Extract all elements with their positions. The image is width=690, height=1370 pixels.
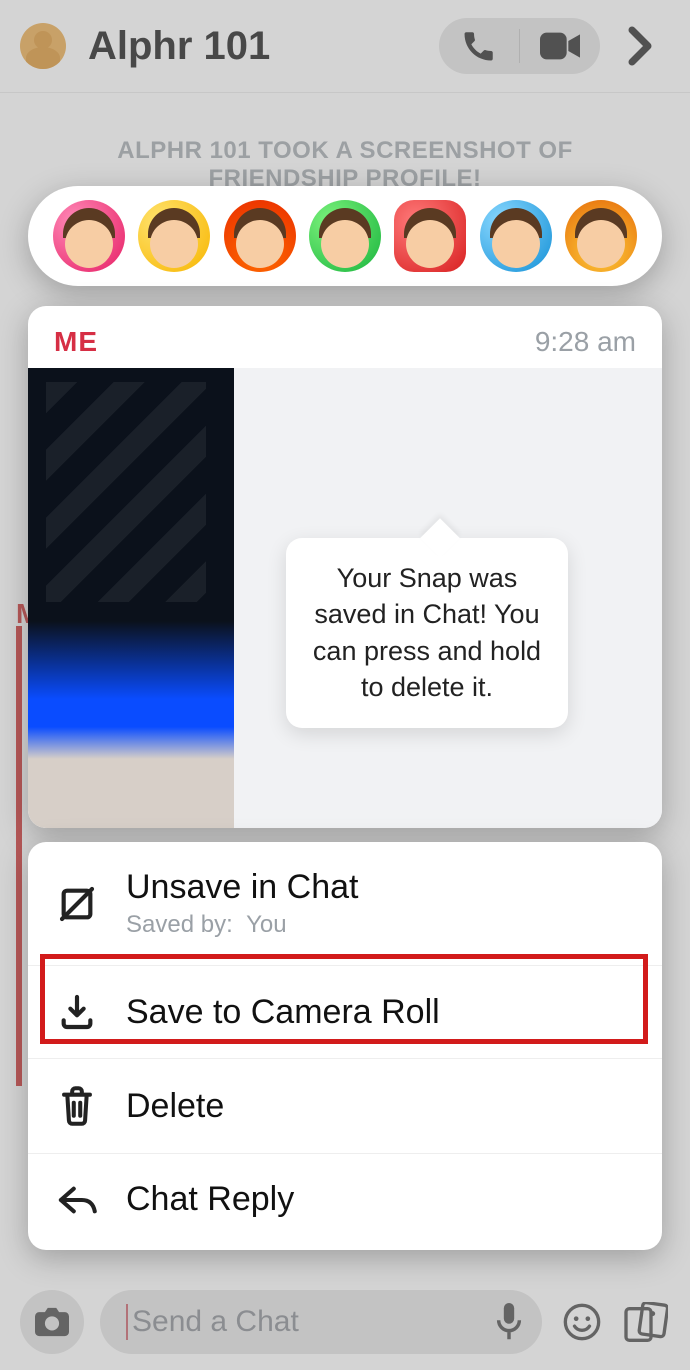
reply-icon <box>56 1181 98 1219</box>
reaction-bar <box>28 186 662 286</box>
message-card[interactable]: ME 9:28 am Your Snap was saved in Chat! … <box>28 306 662 828</box>
action-unsave[interactable]: Unsave in Chat Saved by: You <box>28 842 662 966</box>
message-time: 9:28 am <box>535 326 636 358</box>
save-tooltip: Your Snap was saved in Chat! You can pre… <box>286 538 568 728</box>
saved-by-prefix: Saved by: <box>126 911 233 938</box>
reaction-tears[interactable] <box>138 200 210 272</box>
unsave-icon <box>57 884 97 924</box>
reaction-heart[interactable] <box>53 200 125 272</box>
action-label: Delete <box>126 1087 224 1126</box>
action-delete[interactable]: Delete <box>28 1059 662 1154</box>
trash-icon <box>57 1085 97 1127</box>
annotation-highlight <box>40 954 648 1044</box>
message-sender: ME <box>54 326 98 358</box>
snap-thumbnail[interactable] <box>28 368 234 828</box>
action-chat-reply[interactable]: Chat Reply <box>28 1154 662 1245</box>
action-label: Chat Reply <box>126 1180 294 1219</box>
reaction-thumbs-up[interactable] <box>309 200 381 272</box>
reaction-cry[interactable] <box>480 200 552 272</box>
reaction-thumbs-down[interactable] <box>394 200 466 272</box>
reaction-explode[interactable] <box>565 200 637 272</box>
action-label: Unsave in Chat <box>126 868 358 907</box>
reaction-fire[interactable] <box>224 200 296 272</box>
saved-by-value: You <box>246 911 287 938</box>
action-sheet: Unsave in Chat Saved by: You Save to Cam… <box>28 842 662 1250</box>
